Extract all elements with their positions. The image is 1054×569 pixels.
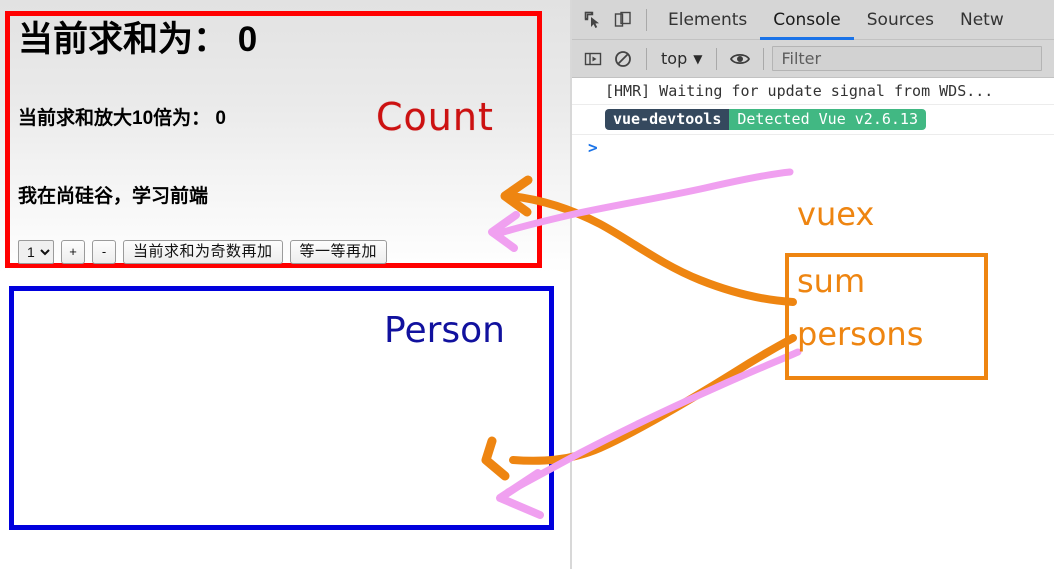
console-toolbar: top ▼ (572, 40, 1054, 78)
increment-async-button[interactable]: 等一等再加 (289, 240, 388, 264)
person-annotation-label: Person (384, 310, 505, 351)
vue-devtools-badge-left: vue-devtools (605, 109, 730, 130)
decrement-button[interactable]: - (92, 240, 116, 264)
tab-console[interactable]: Console (760, 0, 854, 40)
count-annotation-label: Count (376, 95, 494, 139)
console-toolbar-divider-3 (763, 47, 765, 70)
console-toolbar-divider-2 (716, 47, 718, 70)
device-toolbar-icon[interactable] (608, 5, 638, 35)
inspect-element-icon[interactable] (578, 5, 608, 35)
clear-console-icon[interactable] (608, 44, 638, 74)
increment-if-odd-button[interactable]: 当前求和为奇数再加 (123, 240, 283, 264)
count-component-box: 当前求和为： 0 当前求和放大10倍为： 0 我在尚硅谷，学习前端 Count … (5, 11, 542, 268)
console-toolbar-divider-1 (646, 47, 647, 70)
sum-times-ten-heading: 当前求和放大10倍为： 0 (18, 108, 226, 129)
chevron-down-icon: ▼ (693, 51, 703, 66)
tab-sources[interactable]: Sources (854, 0, 947, 40)
devtools-tabbar: Elements Console Sources Netw (572, 0, 1054, 40)
toolbar-divider (646, 8, 647, 31)
count-controls-row: 1 2 3 + - 当前求和为奇数再加 等一等再加 (18, 240, 388, 264)
increment-button[interactable]: + (61, 240, 85, 264)
step-select[interactable]: 1 2 3 (18, 240, 54, 264)
vuex-state-sum-label: sum (797, 262, 866, 300)
execution-context-label: top (661, 49, 688, 68)
live-expression-eye-icon[interactable] (725, 44, 755, 74)
console-filter-input[interactable] (772, 46, 1042, 71)
tab-network[interactable]: Netw (947, 0, 1017, 40)
console-sidebar-icon[interactable] (578, 44, 608, 74)
console-prompt-row[interactable]: > (572, 135, 1054, 161)
vue-devtools-badge-right: Detected Vue v2.6.13 (729, 109, 926, 130)
console-log-row: [HMR] Waiting for update signal from WDS… (572, 78, 1054, 105)
browser-page-viewport: 当前求和为： 0 当前求和放大10倍为： 0 我在尚硅谷，学习前端 Count … (0, 0, 570, 569)
console-badge-row: vue-devtools Detected Vue v2.6.13 (572, 105, 1054, 135)
tab-elements[interactable]: Elements (655, 0, 760, 40)
person-component-box: Person (9, 286, 554, 530)
screenshot-root: 当前求和为： 0 当前求和放大10倍为： 0 我在尚硅谷，学习前端 Count … (0, 0, 1054, 569)
vuex-title-label: vuex (797, 195, 875, 233)
vuex-state-persons-label: persons (797, 315, 924, 353)
current-sum-heading: 当前求和为： 0 (18, 20, 258, 59)
motto-heading: 我在尚硅谷，学习前端 (18, 186, 209, 207)
console-prompt-chevron-icon: > (588, 138, 598, 157)
count-component-inner: 当前求和为： 0 当前求和放大10倍为： 0 我在尚硅谷，学习前端 Count … (10, 16, 537, 264)
execution-context-select[interactable]: top ▼ (655, 49, 708, 68)
